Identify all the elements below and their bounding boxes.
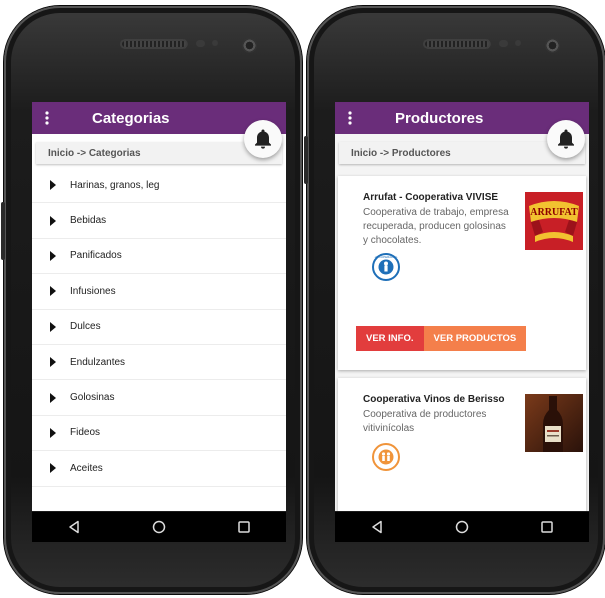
category-item[interactable]: Dulces: [32, 310, 286, 345]
phone-left: Categorias Inicio -> Categorias Harinas,…: [1, 6, 302, 594]
android-nav-bar: [335, 512, 589, 542]
phone-right: Productores Inicio -> Productores Arrufa…: [304, 6, 605, 594]
category-label: Aceites: [70, 462, 103, 474]
category-label: Endulzantes: [70, 356, 126, 368]
ver-productos-button[interactable]: VER PRODUCTOS: [423, 326, 527, 351]
category-item[interactable]: Fideos: [32, 416, 286, 452]
category-list: Harinas, granos, leg Bebidas Panificados…: [32, 168, 286, 487]
ver-info-button[interactable]: VER INFO.: [356, 326, 424, 351]
expand-arrow-icon: [50, 215, 56, 226]
category-label: Golosinas: [70, 392, 115, 404]
front-camera: [242, 38, 257, 53]
producer-card[interactable]: Cooperativa Vinos de Berisso Cooperativa…: [338, 378, 586, 511]
expand-arrow-icon: [50, 427, 56, 438]
expand-arrow-icon: [50, 392, 56, 403]
category-label: Fideos: [70, 427, 101, 439]
category-label: Harinas, granos, leg: [70, 179, 160, 191]
page-title: Productores: [395, 109, 484, 127]
android-nav-bar: [32, 512, 286, 542]
card-actions: VER INFO. VER PRODUCTOS: [356, 326, 527, 351]
category-label: Panificados: [70, 250, 122, 262]
producer-card[interactable]: Arrufat - Cooperativa VIVISE Cooperativa…: [338, 176, 586, 370]
category-item[interactable]: Infusiones: [32, 274, 286, 310]
home-icon[interactable]: [455, 520, 469, 534]
svg-text:ARRUFAT: ARRUFAT: [530, 207, 578, 218]
wine-bottle-photo: [525, 394, 583, 452]
front-camera: [545, 38, 560, 53]
more-vert-icon[interactable]: [335, 111, 365, 125]
proximity-sensor: [196, 40, 205, 47]
light-sensor: [515, 40, 521, 46]
producer-description: Cooperativa de trabajo, empresa recupera…: [363, 207, 509, 246]
back-icon[interactable]: [67, 520, 81, 534]
producer-description: Cooperativa de productores vitivinícolas: [363, 409, 487, 434]
category-item[interactable]: Panificados: [32, 239, 286, 275]
expand-arrow-icon: [50, 286, 56, 297]
speaker-grille: [120, 39, 188, 49]
power-button: [304, 136, 308, 184]
category-label: Bebidas: [70, 215, 107, 227]
category-item[interactable]: Harinas, granos, leg: [32, 168, 286, 204]
bell-icon: [558, 129, 574, 149]
category-item[interactable]: Aceites: [32, 451, 286, 487]
proximity-sensor: [499, 40, 508, 47]
light-sensor: [212, 40, 218, 46]
producer-name: Arrufat - Cooperativa VIVISE: [363, 192, 499, 203]
screen-categorias: Categorias Inicio -> Categorias Harinas,…: [32, 102, 286, 511]
more-vert-icon[interactable]: [32, 111, 62, 125]
back-icon[interactable]: [370, 520, 384, 534]
volume-button: [1, 202, 5, 260]
category-label: Dulces: [70, 321, 101, 333]
expand-arrow-icon: [50, 250, 56, 261]
arrufat-logo: ARRUFAT: [525, 192, 583, 250]
expand-arrow-icon: [50, 180, 56, 191]
screen-productores: Productores Inicio -> Productores Arrufa…: [335, 102, 589, 511]
expand-arrow-icon: [50, 357, 56, 368]
expand-arrow-icon: [50, 463, 56, 474]
bell-icon: [255, 129, 271, 149]
recuperadas-badge-icon: RECUPERADAS: [371, 252, 401, 282]
svg-text:RECUPERADAS: RECUPERADAS: [375, 255, 398, 259]
producer-name: Cooperativa Vinos de Berisso: [363, 394, 505, 405]
expand-arrow-icon: [50, 321, 56, 332]
cooperativa-badge-icon: [371, 442, 401, 472]
category-item[interactable]: Golosinas: [32, 380, 286, 416]
home-icon[interactable]: [152, 520, 166, 534]
page-title: Categorias: [92, 109, 170, 127]
notifications-button[interactable]: [244, 120, 282, 158]
category-item[interactable]: Bebidas: [32, 203, 286, 239]
category-item[interactable]: Endulzantes: [32, 345, 286, 381]
recents-icon[interactable]: [237, 520, 251, 534]
speaker-grille: [423, 39, 491, 49]
recents-icon[interactable]: [540, 520, 554, 534]
notifications-button[interactable]: [547, 120, 585, 158]
category-label: Infusiones: [70, 285, 116, 297]
